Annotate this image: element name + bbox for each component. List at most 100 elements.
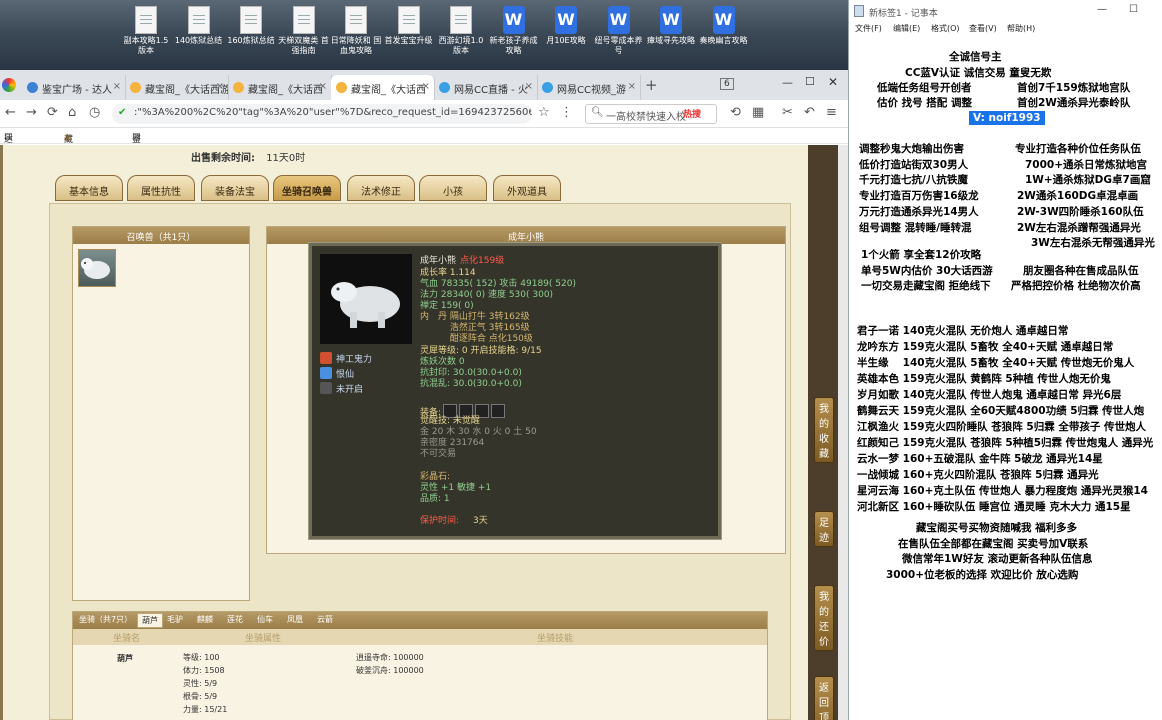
desktop-file-icon[interactable]: W 瘴域寻先攻略 — [645, 6, 697, 46]
browser-tab[interactable]: 鉴宝广场 - 达人 × — [22, 75, 126, 100]
side-button[interactable]: 返回顶部 — [814, 676, 834, 720]
minimize-button[interactable]: — — [782, 76, 793, 89]
pet-stat-hp: 气血 78335( 152) 攻击 49189( 520) — [420, 279, 576, 290]
browser-tab[interactable]: 网易CC视频_游 × — [537, 75, 641, 100]
desktop-file-icon[interactable]: 西游幻境1.0版本 — [435, 6, 487, 56]
game-tab[interactable]: 坐骑召唤兽 — [273, 175, 341, 201]
pet-stat-text: 内 丹 隔山打牛 3转162级 — [420, 312, 530, 322]
notepad-maximize-button[interactable]: ☐ — [1129, 4, 1138, 15]
notepad-menu-item[interactable]: 文件(F) — [855, 23, 882, 34]
desktop-file-icon[interactable]: 140炼狱总结 — [173, 6, 225, 46]
browser-tab[interactable]: 藏宝阁_《大话西 × — [228, 75, 332, 100]
url-input[interactable]: ✔ :"%3A%200%2C%20"tag"%3A%20"user"%7D&re… — [112, 104, 532, 124]
mount-tab[interactable]: 葫芦 — [137, 613, 163, 628]
desktop-file-icon[interactable]: W 奏晚幽言攻略 — [698, 6, 750, 46]
tab-favicon-icon — [439, 82, 450, 93]
notepad-service-left: 调整秒鬼大炮输出伤害 — [859, 143, 964, 155]
browser-tab[interactable]: 藏宝阁_《大话西 × — [331, 75, 435, 100]
pet-stat-text: 浩然正气 3转165级 — [420, 323, 530, 333]
desktop-file-icon[interactable]: 副本攻略1.5版本 — [120, 6, 172, 56]
home-icon[interactable]: ⌂ — [68, 105, 76, 120]
notepad-menu-item[interactable]: 查看(V) — [969, 23, 997, 34]
desktop-file-icon[interactable]: W 月10E攻略 — [540, 6, 592, 46]
forward-icon[interactable]: → — [26, 105, 37, 120]
pet-skill[interactable]: 神工鬼力 — [320, 352, 372, 365]
desktop-file-icon[interactable]: 首发宝宝升级 — [383, 6, 435, 46]
pet-stat-dan2: 浩然正气 3转165级 — [420, 323, 530, 334]
notepad-service-left: 专业打造百万伤害16级龙 — [859, 190, 979, 203]
tab-close-icon[interactable]: × — [216, 81, 224, 92]
mount-tab[interactable]: 凤凰 — [287, 614, 303, 625]
side-button[interactable]: 足迹 — [814, 511, 834, 547]
game-tab[interactable]: 法术修正 — [347, 175, 415, 201]
mount-tab[interactable]: 毛驴 — [167, 614, 183, 625]
mount-tab[interactable]: 莲花 — [227, 614, 243, 625]
menu-icon[interactable]: ⋮ — [560, 105, 573, 120]
tab-close-icon[interactable]: × — [319, 81, 327, 92]
browser-logo-icon[interactable] — [2, 78, 16, 92]
tab-close-icon[interactable]: × — [422, 81, 430, 92]
tab-favicon-icon — [27, 82, 38, 93]
back-icon[interactable]: ← — [5, 105, 16, 120]
notepad-minimize-button[interactable]: — — [1097, 4, 1107, 15]
equipment-slot-icon[interactable] — [491, 404, 506, 418]
game-tab[interactable]: 装备法宝 — [201, 175, 269, 201]
game-tab[interactable]: 小孩 — [419, 175, 487, 201]
hot-search-badge[interactable]: 热搜 — [683, 107, 701, 120]
tab-close-icon[interactable]: × — [113, 81, 121, 92]
notepad-menu-item[interactable]: 格式(O) — [931, 23, 960, 34]
undo-icon[interactable]: ↶ — [804, 105, 815, 120]
game-tab[interactable]: 外观道具 — [493, 175, 561, 201]
notepad-menu-item[interactable]: 编辑(E) — [893, 23, 920, 34]
desktop-file-label: 首发宝宝升级 — [384, 36, 433, 45]
pet-stat-text: 炼妖次数 0 — [420, 357, 465, 367]
browser-tab[interactable]: 藏宝阁_《大话西游 × — [125, 75, 229, 100]
desktop-file-icon[interactable]: 天梯双魔类 首强指南 — [278, 6, 330, 56]
text-document-icon — [292, 6, 315, 34]
history-icon[interactable]: ◷ — [89, 105, 100, 120]
notepad-roster-line: 红颜知己 159克火混队 苍狼阵 5种植5归霖 传世炮鬼人 通异光 — [857, 437, 1154, 449]
side-button[interactable]: 我的还价 — [814, 585, 834, 651]
pet-stat-text: 气血 78335( 152) 攻击 49189( 520) — [420, 279, 576, 289]
url-text: :"%3A%200%2C%20"tag"%3A%20"user"%7D&reco… — [134, 107, 532, 118]
refresh-icon[interactable]: ⟲ — [730, 105, 741, 120]
sale-time-value: 11天0时 — [266, 153, 306, 164]
bookmark-star-icon[interactable]: ☆ — [538, 105, 550, 120]
pet-skill[interactable]: 未开启 — [320, 382, 363, 395]
pet-skill[interactable]: 恨仙 — [320, 367, 354, 380]
reload-icon[interactable]: ⟳ — [47, 105, 58, 120]
tab-label: 藏宝阁_《大话西 — [351, 85, 426, 96]
tab-close-icon[interactable]: × — [525, 81, 533, 92]
extension-icon[interactable]: ▦ — [752, 105, 764, 120]
desktop-file-icon[interactable]: 日常降妖和 国血鬼攻略 — [330, 6, 382, 56]
pet-thumbnail[interactable] — [78, 249, 116, 287]
tab-count-badge[interactable]: 6 — [720, 78, 734, 90]
polar-bear-icon — [81, 258, 110, 279]
close-window-button[interactable]: ✕ — [828, 75, 838, 89]
desktop-file-icon[interactable]: W 新老孩子养成攻略 — [488, 6, 540, 56]
tab-close-icon[interactable]: × — [628, 81, 636, 92]
game-tab[interactable]: 基本信息 — [55, 175, 123, 201]
notepad-header-line: 首创7千159炼狱地宫队 — [1017, 82, 1131, 94]
pet-stat-text: 亲密度 231764 — [420, 438, 485, 448]
game-tab[interactable]: 属性抗性 — [127, 175, 195, 201]
side-button[interactable]: 我的收藏 — [814, 397, 834, 463]
maximize-button[interactable]: ☐ — [805, 75, 815, 88]
more-icon[interactable]: ≡ — [826, 105, 837, 120]
desktop-file-icon[interactable]: W 纽号零成本养号 — [593, 6, 645, 56]
notepad-service-right: 专业打造各种价位任务队伍 — [1015, 143, 1141, 155]
pet-detail-title: 成年小熊 — [267, 227, 785, 244]
notepad-menu-item[interactable]: 帮助(H) — [1007, 23, 1035, 34]
new-tab-button[interactable]: + — [645, 76, 658, 94]
browser-tab[interactable]: 网易CC直播 - 火 × — [434, 75, 538, 100]
mount-tab[interactable]: 仙车 — [257, 614, 273, 625]
notepad-text-area[interactable]: 全诚信号主 CC蓝V认证 诚信交易 童叟无欺 低端任务组号开创者 首创7千159炼狱地… — [849, 36, 1162, 720]
desktop-file-icon[interactable]: 160炼狱总结 — [225, 6, 277, 46]
skill-icon — [320, 382, 332, 394]
notepad-service-right: 3W左右混杀无帮强通异光 — [1031, 237, 1155, 250]
page-scrollbar[interactable] — [838, 145, 848, 720]
notepad-menu: 文件(F) 编辑(E) 格式(O) 查看(V) 帮助(H) — [849, 22, 1162, 36]
cut-icon[interactable]: ✂ — [782, 105, 793, 120]
mount-tab[interactable]: 麒麟 — [197, 614, 213, 625]
mount-tab[interactable]: 云箭 — [317, 614, 333, 625]
